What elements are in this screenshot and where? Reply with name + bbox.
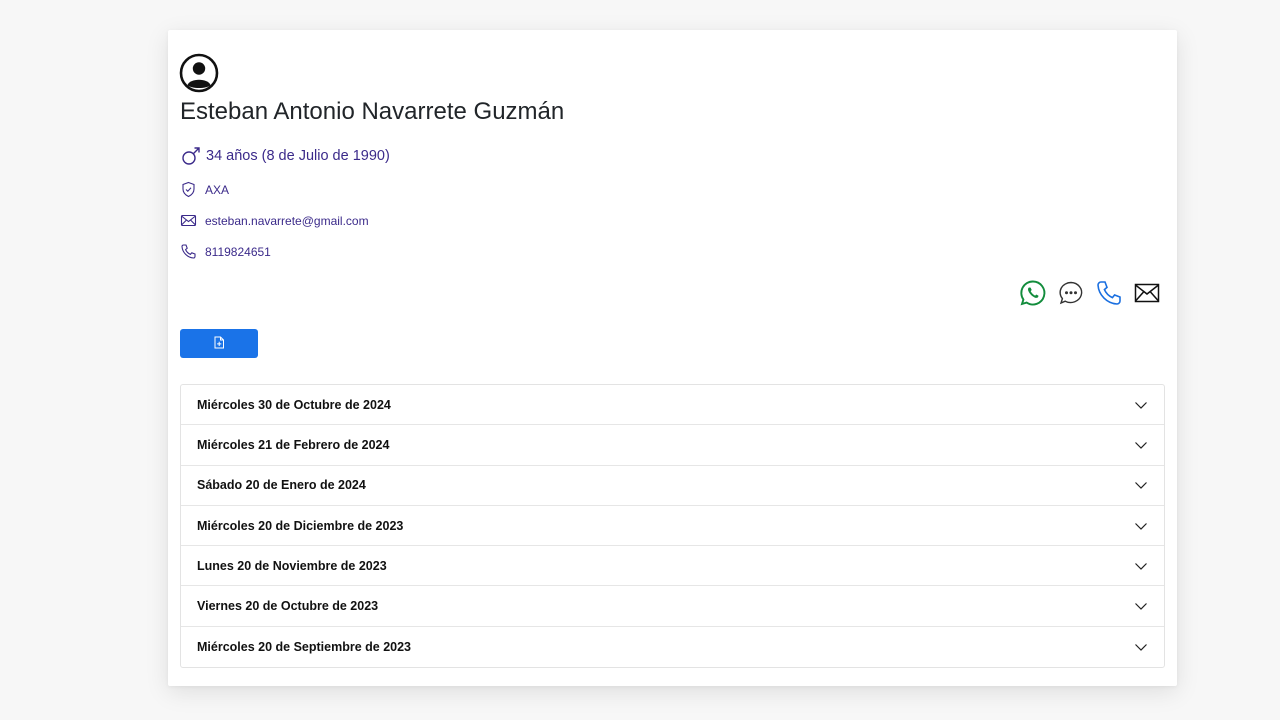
phone-text: 8119824651: [205, 244, 271, 259]
visit-item[interactable]: Miércoles 20 de Diciembre de 2023: [181, 506, 1164, 547]
chevron-down-icon: [1134, 559, 1148, 573]
call-icon[interactable]: [1095, 279, 1123, 307]
chevron-down-icon: [1134, 478, 1148, 492]
patient-card: Esteban Antonio Navarrete Guzmán 34 años…: [168, 30, 1177, 686]
chat-dots-icon[interactable]: [1057, 279, 1085, 307]
male-icon: [180, 145, 202, 167]
visit-item[interactable]: Miércoles 21 de Febrero de 2024: [181, 425, 1164, 466]
email-text: esteban.navarrete@gmail.com: [205, 213, 369, 228]
user-circle-icon: [179, 53, 219, 93]
visit-date: Viernes 20 de Octubre de 2023: [197, 599, 379, 614]
chevron-down-icon: [1134, 398, 1148, 412]
visit-date: Miércoles 21 de Febrero de 2024: [197, 437, 390, 452]
shield-check-icon: [180, 181, 197, 198]
visit-item[interactable]: Viernes 20 de Octubre de 2023: [181, 586, 1164, 627]
chevron-down-icon: [1134, 519, 1148, 533]
visit-date: Sábado 20 de Enero de 2024: [197, 478, 366, 493]
mail-icon[interactable]: [1133, 279, 1161, 307]
visits-accordion: Miércoles 30 de Octubre de 2024 Miércole…: [180, 384, 1165, 669]
chevron-down-icon: [1134, 599, 1148, 613]
visit-date: Miércoles 20 de Diciembre de 2023: [197, 518, 404, 533]
file-plus-icon: [213, 336, 225, 352]
visit-item[interactable]: Sábado 20 de Enero de 2024: [181, 466, 1164, 506]
patient-age-text: 34 años (8 de Julio de 1990): [206, 148, 390, 164]
phone-icon: [180, 243, 197, 260]
whatsapp-icon[interactable]: [1019, 279, 1047, 307]
visit-item[interactable]: Lunes 20 de Noviembre de 2023: [181, 546, 1164, 587]
patient-phone: 8119824651: [180, 243, 271, 260]
insurer-name: AXA: [205, 182, 230, 197]
new-document-button[interactable]: [180, 329, 258, 358]
patient-email: esteban.navarrete@gmail.com: [180, 212, 369, 229]
contact-actions: [1019, 279, 1161, 307]
patient-name: Esteban Antonio Navarrete Guzmán: [180, 98, 565, 125]
visit-item[interactable]: Miércoles 30 de Octubre de 2024: [181, 385, 1164, 426]
visit-item[interactable]: Miércoles 20 de Septiembre de 2023: [181, 627, 1164, 667]
visit-date: Miércoles 20 de Septiembre de 2023: [197, 639, 411, 654]
envelope-icon: [180, 212, 197, 229]
chevron-down-icon: [1134, 640, 1148, 654]
chevron-down-icon: [1134, 438, 1148, 452]
visit-date: Miércoles 30 de Octubre de 2024: [197, 397, 391, 412]
visit-date: Lunes 20 de Noviembre de 2023: [197, 558, 387, 573]
patient-age: 34 años (8 de Julio de 1990): [180, 145, 390, 167]
patient-insurer: AXA: [180, 181, 229, 198]
